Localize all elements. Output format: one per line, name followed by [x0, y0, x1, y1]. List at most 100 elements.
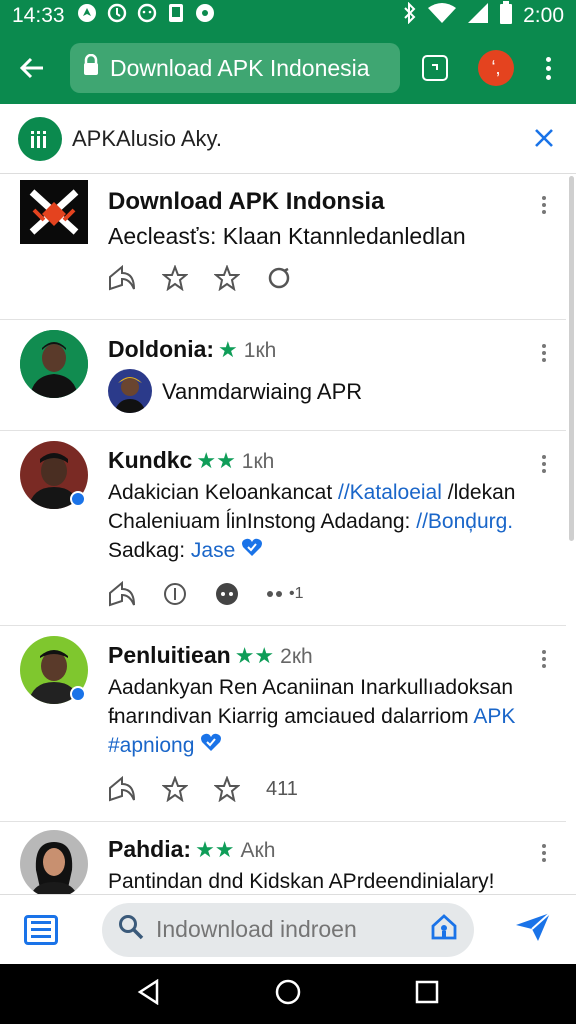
post-link[interactable]: Jase	[191, 539, 235, 562]
avatar	[108, 369, 152, 413]
navigation-icon	[77, 3, 97, 29]
star-icon[interactable]	[214, 776, 240, 802]
avatar-glyph: ʻ,	[491, 57, 501, 78]
post-text: Pantindan dnd Kidskan APrdeendinialary!	[108, 870, 495, 893]
post-author: Kundkc	[108, 447, 193, 473]
nav-back-button[interactable]	[137, 978, 161, 1010]
share-icon[interactable]	[108, 776, 136, 802]
star-icon[interactable]	[214, 265, 240, 291]
post-text: Sadkag:	[108, 539, 191, 562]
list-item[interactable]: Kundkc ★★ 1кh Adakician Keloankancat //Kat…	[0, 431, 566, 626]
bottom-bar	[0, 894, 576, 964]
list-item[interactable]: Pahdia: ★★ Aкh Pantindan dnd Kidskan APrde…	[0, 822, 566, 894]
banner-title: APKAlusio Aky.	[72, 125, 222, 151]
star-icon[interactable]	[162, 776, 188, 802]
face-icon	[137, 3, 157, 29]
status-clock: 2:00	[523, 4, 564, 27]
post-text: f̵narındivan Kiarrig amciaued dalarriom	[108, 705, 474, 728]
profile-avatar-button[interactable]: ʻ,	[478, 50, 514, 86]
back-arrow-icon	[19, 57, 43, 79]
scrollbar[interactable]	[569, 176, 574, 541]
status-time: 14:33	[12, 4, 65, 27]
url-text: Download APK Indonesia	[110, 54, 370, 81]
info-icon[interactable]	[162, 581, 188, 607]
battery-icon	[499, 1, 513, 31]
more-vert-icon[interactable]	[542, 650, 548, 668]
nav-home-button[interactable]	[274, 978, 302, 1011]
rating-stars: ★★	[196, 448, 236, 473]
send-icon	[516, 912, 551, 941]
more-vert-icon[interactable]	[542, 455, 548, 473]
post-time: 2кh	[280, 645, 313, 668]
chat-icon[interactable]	[214, 581, 240, 607]
home-circle-icon	[275, 979, 301, 1004]
dot-icon	[195, 3, 215, 29]
url-bar[interactable]: Download APK Indonesia	[70, 43, 400, 93]
post-link[interactable]: //Bonḑurg.	[416, 510, 513, 533]
back-button[interactable]	[12, 48, 52, 88]
action-count: 411	[266, 777, 298, 800]
home-icon[interactable]	[430, 913, 458, 947]
rating-stars: ★★	[234, 643, 275, 668]
verified-badge-icon	[70, 686, 86, 702]
post-link[interactable]: APK	[473, 705, 515, 728]
site-logo-icon	[18, 116, 62, 161]
nav-recents-button[interactable]	[415, 980, 439, 1009]
tab-switcher-button[interactable]	[422, 55, 448, 81]
post-text: /ldekan	[441, 481, 516, 504]
post-body: Aadankyan Ren Acaniinan Inarkullıadoksan…	[108, 673, 530, 760]
bluetooth-icon	[403, 1, 417, 30]
more-vert-icon[interactable]	[542, 196, 548, 214]
star-icon[interactable]	[162, 265, 188, 291]
more-vert-icon[interactable]	[542, 344, 548, 362]
post-body: Adakician Keloankancat //Kataloeial /lde…	[108, 478, 530, 565]
post-text: Aadankyan Ren Acaniinan Inarkullıadoksan	[108, 676, 514, 699]
post-text: Adakician Keloankancat	[108, 481, 338, 504]
more-vert-icon[interactable]	[542, 844, 548, 862]
more-horiz-icon[interactable]: •1	[266, 585, 304, 603]
post-time: 1кh	[243, 339, 277, 362]
lock-icon	[82, 53, 100, 82]
list-item[interactable]: Download APK Indonsia Aecleasťs: Klaan K…	[0, 176, 566, 320]
post-actions	[108, 265, 530, 291]
verified-heart-icon	[200, 733, 222, 757]
refresh-icon[interactable]	[266, 265, 292, 291]
search-bar[interactable]	[102, 902, 474, 957]
menu-button[interactable]	[24, 914, 58, 945]
rating-stars: ★	[218, 337, 238, 362]
screen: 14:33 2:00 Download APK Indonesia ʻ, APK…	[0, 0, 576, 1024]
recents-square-icon	[416, 980, 439, 1003]
list-item[interactable]: Penluitiean ★★ 2кh Aadankyan Ren Acaniinan…	[0, 626, 566, 822]
post-link[interactable]: //Kataloeial	[338, 481, 442, 504]
action-count: •1	[289, 585, 304, 602]
feed-list[interactable]: Download APK Indonsia Aecleasťs: Klaan K…	[0, 176, 566, 894]
share-icon[interactable]	[108, 581, 136, 607]
post-time: 1кh	[241, 450, 275, 473]
close-icon	[535, 128, 553, 147]
post-title: Download APK Indonsia	[108, 188, 385, 215]
phone-icon	[167, 3, 185, 29]
overflow-menu-button[interactable]	[544, 56, 552, 80]
post-subtitle: Vanmdarwiaing APR	[162, 378, 363, 404]
search-input[interactable]	[156, 916, 386, 943]
search-icon	[118, 914, 144, 946]
browser-toolbar: Download APK Indonesia ʻ,	[0, 32, 576, 104]
post-time: Aкh	[240, 839, 276, 862]
more-vert-icon	[545, 56, 551, 62]
wifi-icon	[427, 2, 457, 30]
avatar	[20, 830, 88, 894]
list-item[interactable]: Doldonia: ★ 1кh Vanmdarwiaing APR	[0, 320, 566, 431]
verified-badge-icon	[70, 491, 86, 507]
post-author: Penluitiean	[108, 642, 231, 668]
close-banner-button[interactable]	[534, 123, 554, 155]
app-icon	[20, 180, 88, 244]
site-banner: APKAlusio Aky.	[0, 104, 576, 174]
post-author: Doldonia:	[108, 336, 215, 362]
verified-heart-icon	[241, 538, 263, 562]
post-actions: •1	[108, 581, 530, 607]
post-hashtag[interactable]: #apniong	[108, 734, 194, 757]
avatar	[20, 330, 88, 398]
menu-icon	[31, 921, 51, 924]
send-button[interactable]	[514, 911, 552, 948]
share-icon[interactable]	[108, 265, 136, 291]
